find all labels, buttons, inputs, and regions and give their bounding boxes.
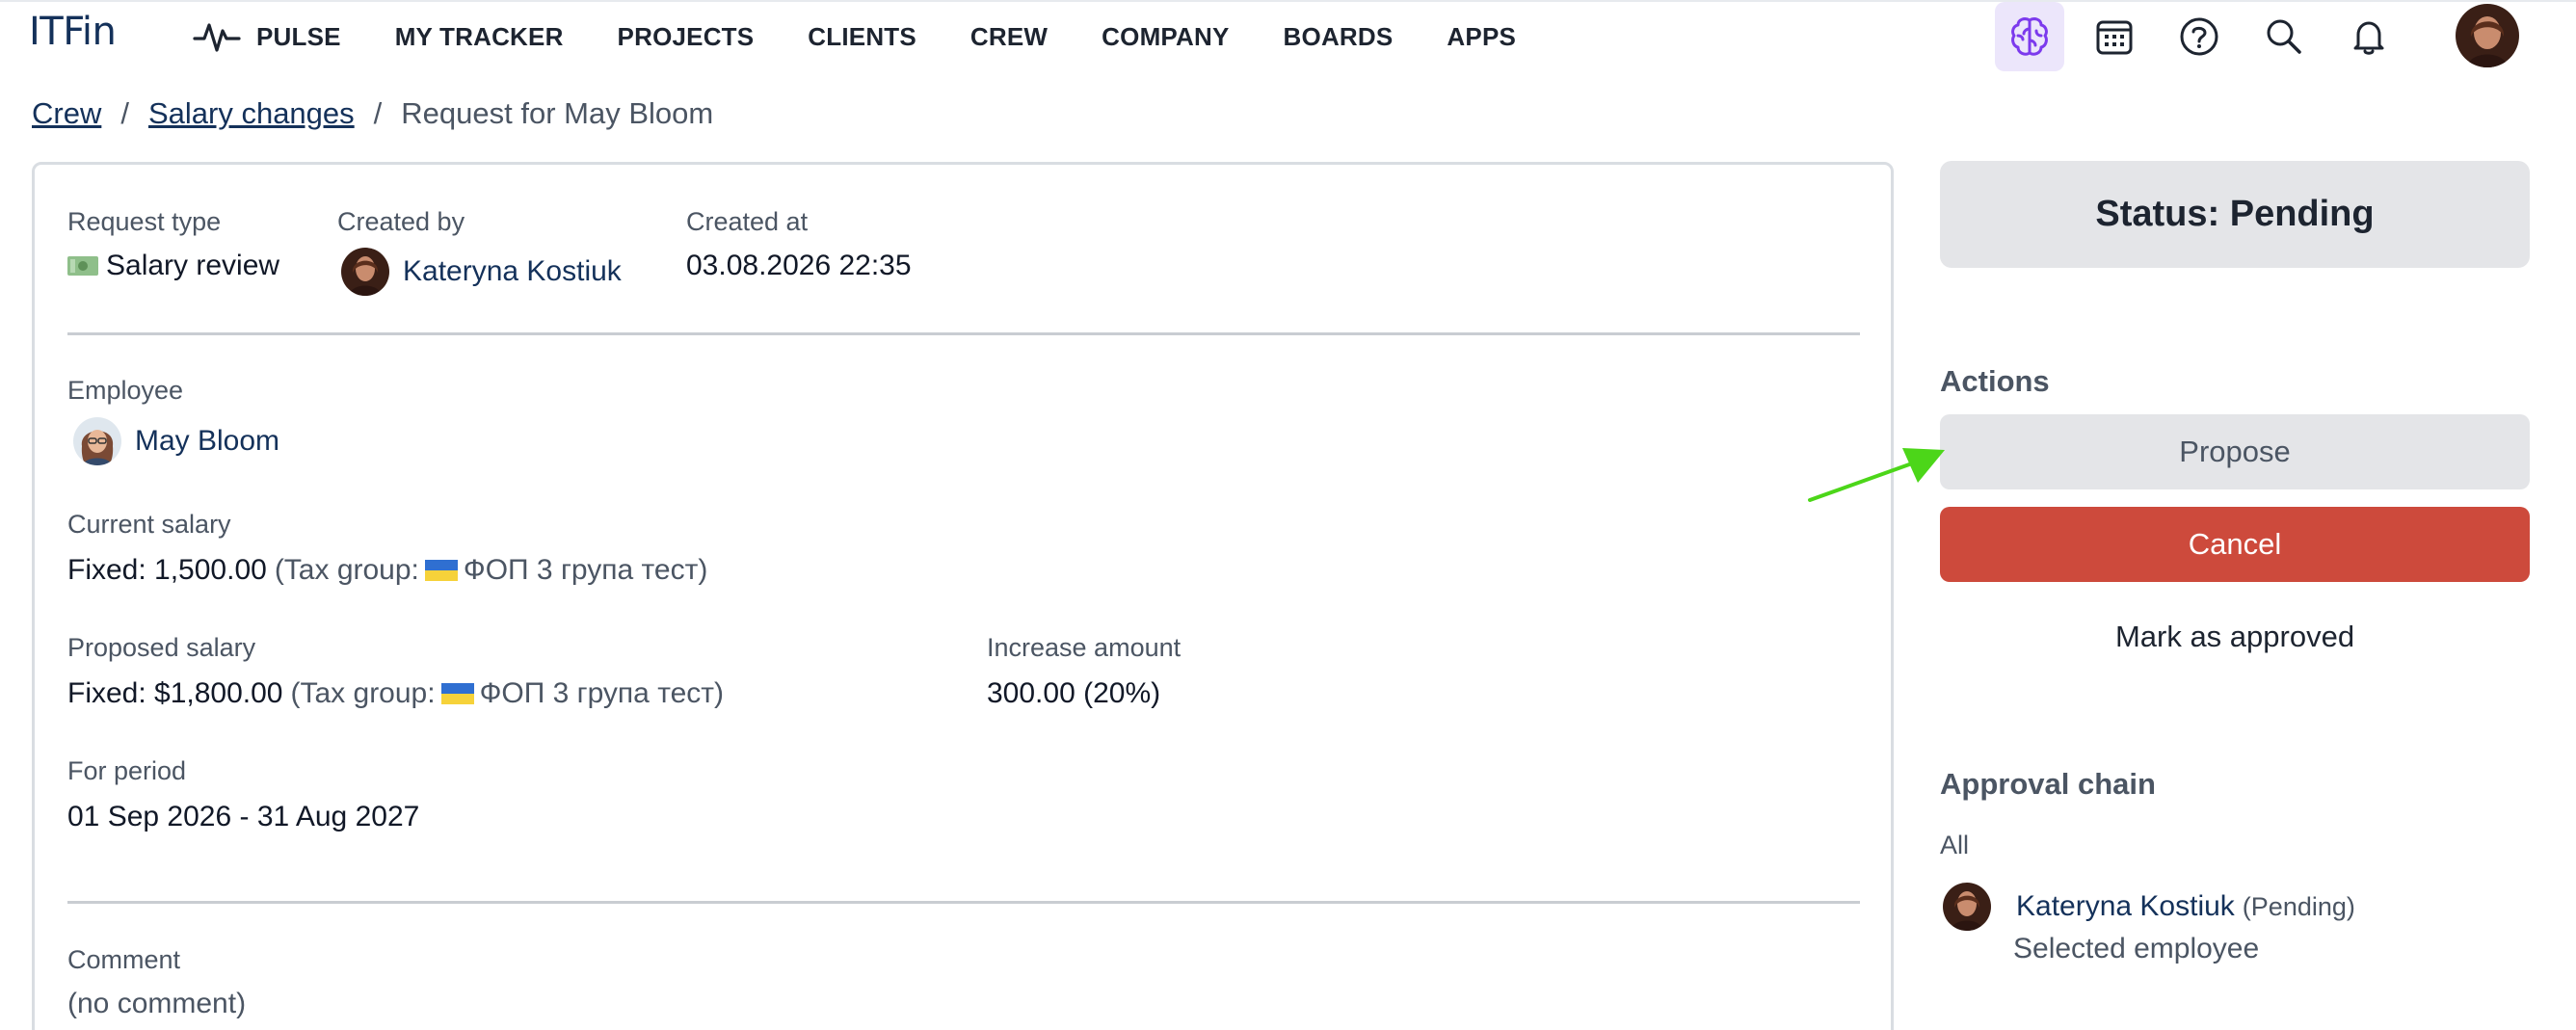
comment-value: (no comment) xyxy=(67,988,247,1019)
breadcrumb-current: Request for May Bloom xyxy=(401,96,714,130)
approval-chain-filter: All xyxy=(1940,831,1970,859)
created-by-label: Created by xyxy=(337,207,465,236)
ai-brain-button[interactable] xyxy=(1995,2,2064,71)
current-salary-value: Fixed: 1,500.00 (Tax group: ФОП 3 група … xyxy=(67,554,707,587)
approver-status: (Pending) xyxy=(2242,891,2355,921)
divider xyxy=(67,332,1860,335)
bell-icon xyxy=(2353,21,2384,55)
proposed-salary-value: Fixed: $1,800.00 (Tax group: ФОП 3 група… xyxy=(67,677,724,710)
brain-icon xyxy=(2011,17,2048,56)
employee-value: May Bloom xyxy=(73,417,279,465)
nav-item-label: PROJECTS xyxy=(617,21,755,51)
avatar-image xyxy=(2456,4,2519,67)
proposed-salary-label: Proposed salary xyxy=(67,633,256,662)
nav-item-boards[interactable]: BOARDS xyxy=(1284,22,1394,52)
ukraine-flag-icon xyxy=(440,683,474,704)
breadcrumb-separator: / xyxy=(373,96,383,130)
help-button[interactable] xyxy=(2164,2,2234,71)
created-at-label: Created at xyxy=(686,207,809,236)
increase-amount-value: 300.00 (20%) xyxy=(987,677,1161,709)
breadcrumb: Crew / Salary changes / Request for May … xyxy=(32,96,713,131)
request-details-card: Request type Salary review Created by Ka… xyxy=(32,162,1894,1030)
current-tax-prefix: (Tax group: xyxy=(274,554,419,586)
main-menu: PULSE MY TRACKER PROJECTS CLIENTS CREW C… xyxy=(193,2,1570,71)
current-salary-label: Current salary xyxy=(67,510,231,539)
status-badge: Status: Pending xyxy=(1940,161,2530,268)
nav-item-my-tracker[interactable]: MY TRACKER xyxy=(395,22,564,52)
user-avatar[interactable] xyxy=(2456,4,2519,67)
current-tax-group: ФОП 3 група тест) xyxy=(463,554,708,586)
employee-label: Employee xyxy=(67,376,184,405)
money-icon xyxy=(67,256,98,276)
cancel-button[interactable]: Cancel xyxy=(1940,507,2530,582)
nav-item-label: BOARDS xyxy=(1283,21,1394,51)
proposed-salary-amount: Fixed: $1,800.00 xyxy=(67,677,283,709)
proposed-tax-group: ФОП 3 група тест) xyxy=(479,677,725,709)
search-button[interactable] xyxy=(2249,2,2319,71)
comment-label: Comment xyxy=(67,945,181,974)
nav-item-label: CLIENTS xyxy=(808,21,916,51)
breadcrumb-crew-link[interactable]: Crew xyxy=(32,96,101,131)
nav-item-label: CREW xyxy=(969,21,1049,51)
nav-item-label: MY TRACKER xyxy=(394,21,564,51)
propose-button[interactable]: Propose xyxy=(1940,414,2530,489)
breadcrumb-separator: / xyxy=(120,96,129,130)
nav-item-apps[interactable]: APPS xyxy=(1447,22,1516,52)
calendar-button[interactable] xyxy=(2080,2,2149,71)
approver-role: Selected employee xyxy=(2013,933,2260,964)
breadcrumb-salary-changes-link[interactable]: Salary changes xyxy=(148,96,355,131)
nav-item-label: APPS xyxy=(1447,21,1517,51)
top-navigation: ITFin PULSE MY TRACKER PROJECTS CLIENTS … xyxy=(0,0,2576,71)
increase-amount-label: Increase amount xyxy=(987,633,1182,662)
employee-avatar xyxy=(73,417,121,465)
nav-item-company[interactable]: COMPANY xyxy=(1102,22,1229,52)
nav-item-clients[interactable]: CLIENTS xyxy=(808,22,916,52)
ukraine-flag-icon xyxy=(424,560,458,581)
nav-item-label: COMPANY xyxy=(1102,21,1230,51)
nav-item-crew[interactable]: CREW xyxy=(970,22,1048,52)
current-salary-amount: Fixed: 1,500.00 xyxy=(67,554,267,586)
actions-title: Actions xyxy=(1940,364,2050,398)
employee-name-link[interactable]: May Bloom xyxy=(135,425,279,458)
pulse-icon xyxy=(193,23,241,52)
search-icon xyxy=(2267,19,2301,54)
creator-name-link[interactable]: Kateryna Kostiuk xyxy=(403,255,622,288)
approver-name-link[interactable]: Kateryna Kostiuk xyxy=(2016,890,2235,923)
period-label: For period xyxy=(67,756,187,785)
calendar-icon xyxy=(2096,20,2133,55)
notifications-button[interactable] xyxy=(2334,2,2403,71)
nav-item-projects[interactable]: PROJECTS xyxy=(618,22,755,52)
approver-row: Kateryna Kostiuk (Pending) xyxy=(1943,883,2355,931)
help-icon xyxy=(2180,17,2218,56)
proposed-tax-prefix: (Tax group: xyxy=(290,677,436,709)
approval-chain-title: Approval chain xyxy=(1940,767,2156,801)
creator-avatar xyxy=(341,248,389,296)
annotation-arrow-icon xyxy=(1808,448,1945,502)
app-logo[interactable]: ITFin xyxy=(29,10,117,54)
request-type-label: Request type xyxy=(67,207,222,236)
divider xyxy=(67,901,1860,904)
nav-item-label: PULSE xyxy=(256,21,341,51)
request-type-text: Salary review xyxy=(106,250,280,281)
created-at-value: 03.08.2026 22:35 xyxy=(686,250,912,281)
approver-avatar xyxy=(1943,883,1991,931)
request-type-value: Salary review xyxy=(67,250,279,282)
toolbar-icons xyxy=(1995,2,2419,71)
mark-as-approved-button[interactable]: Mark as approved xyxy=(1940,599,2530,674)
nav-item-pulse[interactable]: PULSE xyxy=(193,17,341,56)
created-by-value: Kateryna Kostiuk xyxy=(341,248,622,296)
period-value: 01 Sep 2026 - 31 Aug 2027 xyxy=(67,801,420,832)
